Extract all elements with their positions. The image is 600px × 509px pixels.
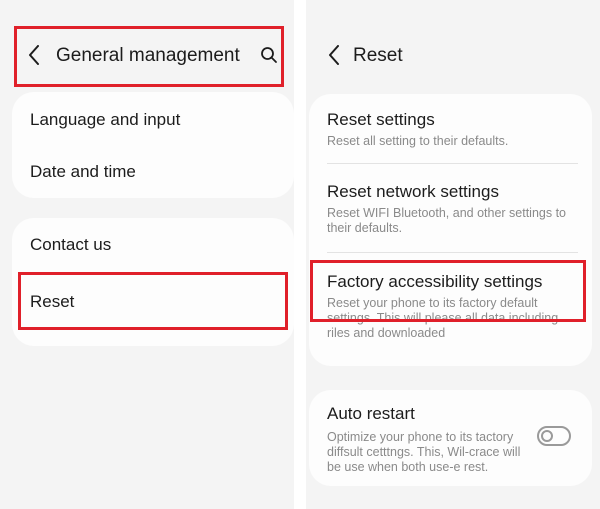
back-arrow-icon[interactable] [325, 44, 343, 66]
toggle-knob [541, 430, 553, 442]
auto-restart-description: Optimize your phone to its tactory diffs… [327, 430, 521, 474]
divider [327, 163, 578, 164]
reset-settings-title[interactable]: Reset settings [327, 110, 435, 130]
auto-restart-toggle[interactable] [537, 426, 571, 446]
general-management-screen: General management Language and input Da… [0, 0, 294, 509]
header-highlight-box [14, 26, 284, 87]
reset-screen: Reset Reset settings Reset all setting t… [306, 0, 600, 509]
auto-restart-card: Auto restart Optimize your phone to its … [309, 390, 592, 486]
page-title: Reset [353, 45, 403, 66]
menu-item-language-and-input[interactable]: Language and input [30, 110, 180, 130]
settings-card-top: Language and input Date and time [12, 92, 294, 198]
reset-options-card: Reset settings Reset all setting to thei… [309, 94, 592, 366]
divider [327, 252, 578, 253]
reset-settings-description: Reset all setting to their defaults. [327, 134, 509, 148]
menu-item-date-and-time[interactable]: Date and time [30, 162, 136, 182]
reset-highlight-box [18, 272, 288, 330]
menu-item-contact-us[interactable]: Contact us [30, 235, 111, 255]
factory-settings-highlight-box [310, 260, 586, 322]
reset-network-settings-description: Reset WIFI Bluetooth, and other settings… [327, 206, 567, 235]
reset-network-settings-title[interactable]: Reset network settings [327, 182, 499, 202]
reset-header: Reset [306, 25, 600, 85]
auto-restart-title[interactable]: Auto restart [327, 404, 415, 424]
